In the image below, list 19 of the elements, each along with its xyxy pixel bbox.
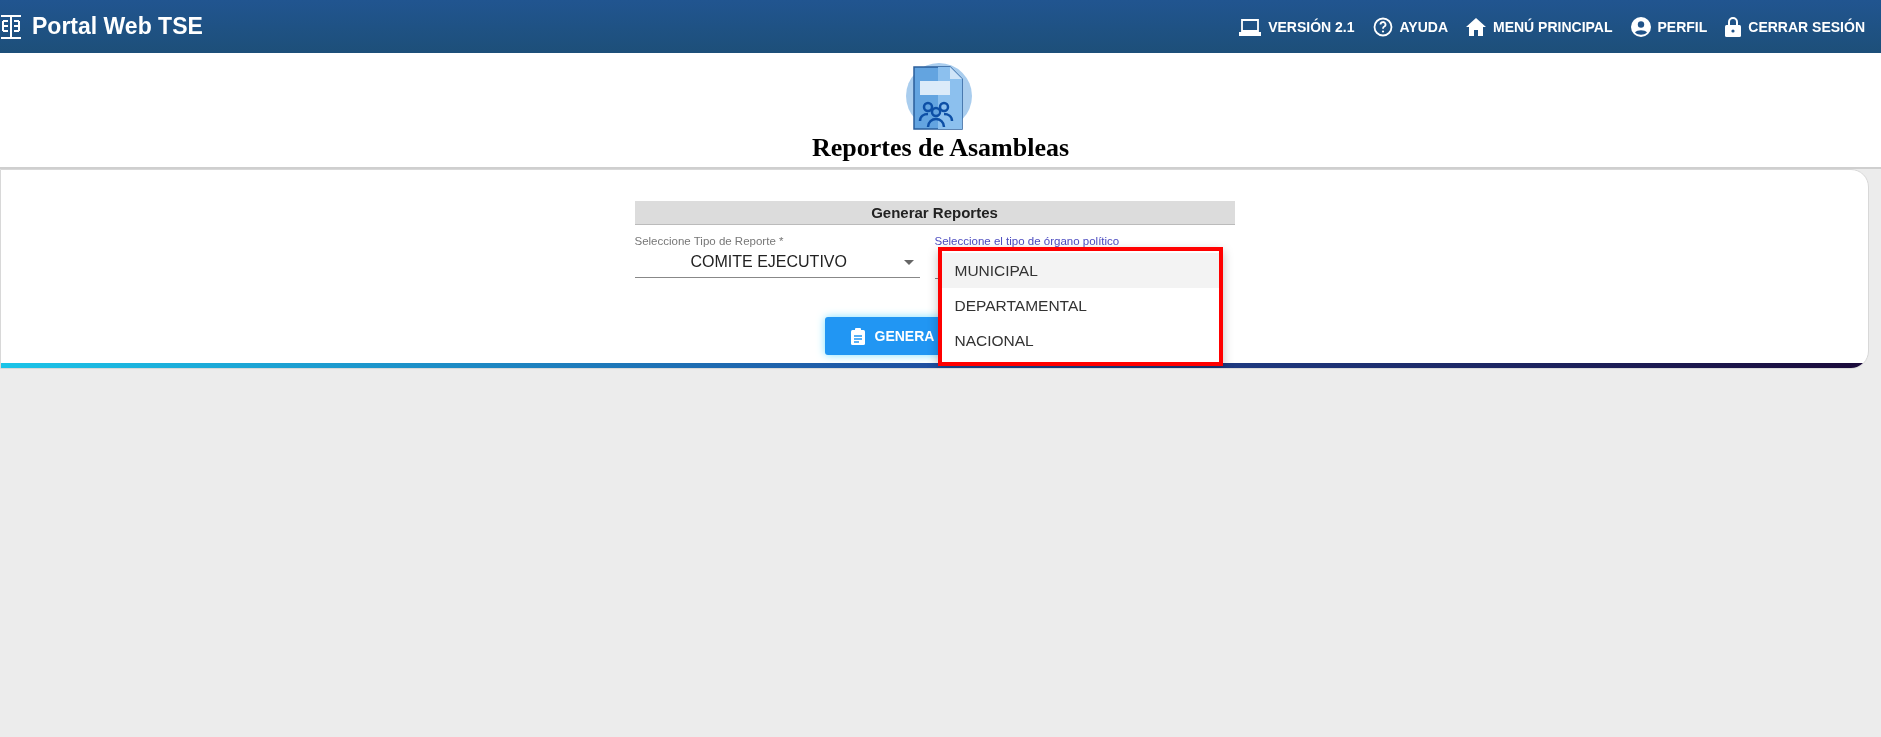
logo-icon <box>0 13 22 40</box>
field-label: Seleccione el tipo de órgano político <box>934 235 1121 247</box>
nav-link[interactable]: VERSIÓN 2.1 <box>1239 17 1355 36</box>
app-title: Portal Web TSE <box>32 13 203 40</box>
lock-icon <box>1725 16 1742 37</box>
laptop-icon <box>1239 17 1262 36</box>
dropdown-option[interactable]: MUNICIPAL <box>941 253 1219 288</box>
help-icon <box>1372 16 1393 37</box>
report-type-select[interactable]: Seleccione Tipo de Reporte * COMITE EJECUTIVO <box>634 235 920 279</box>
page-title: Reportes de Asambleas <box>811 133 1070 163</box>
section-title: Generar Reportes <box>634 201 1235 225</box>
nav-link[interactable]: AYUDA <box>1372 16 1448 37</box>
dropdown-caret-icon <box>903 259 914 265</box>
home-icon <box>1466 17 1486 36</box>
nav-link[interactable]: MENÚ PRINCIPAL <box>1466 17 1613 36</box>
profile-icon <box>1630 16 1651 37</box>
clipboard-icon <box>850 327 865 345</box>
nav-link[interactable]: CERRAR SESIÓN <box>1725 16 1865 37</box>
nav-link[interactable]: PERFIL <box>1630 16 1708 37</box>
